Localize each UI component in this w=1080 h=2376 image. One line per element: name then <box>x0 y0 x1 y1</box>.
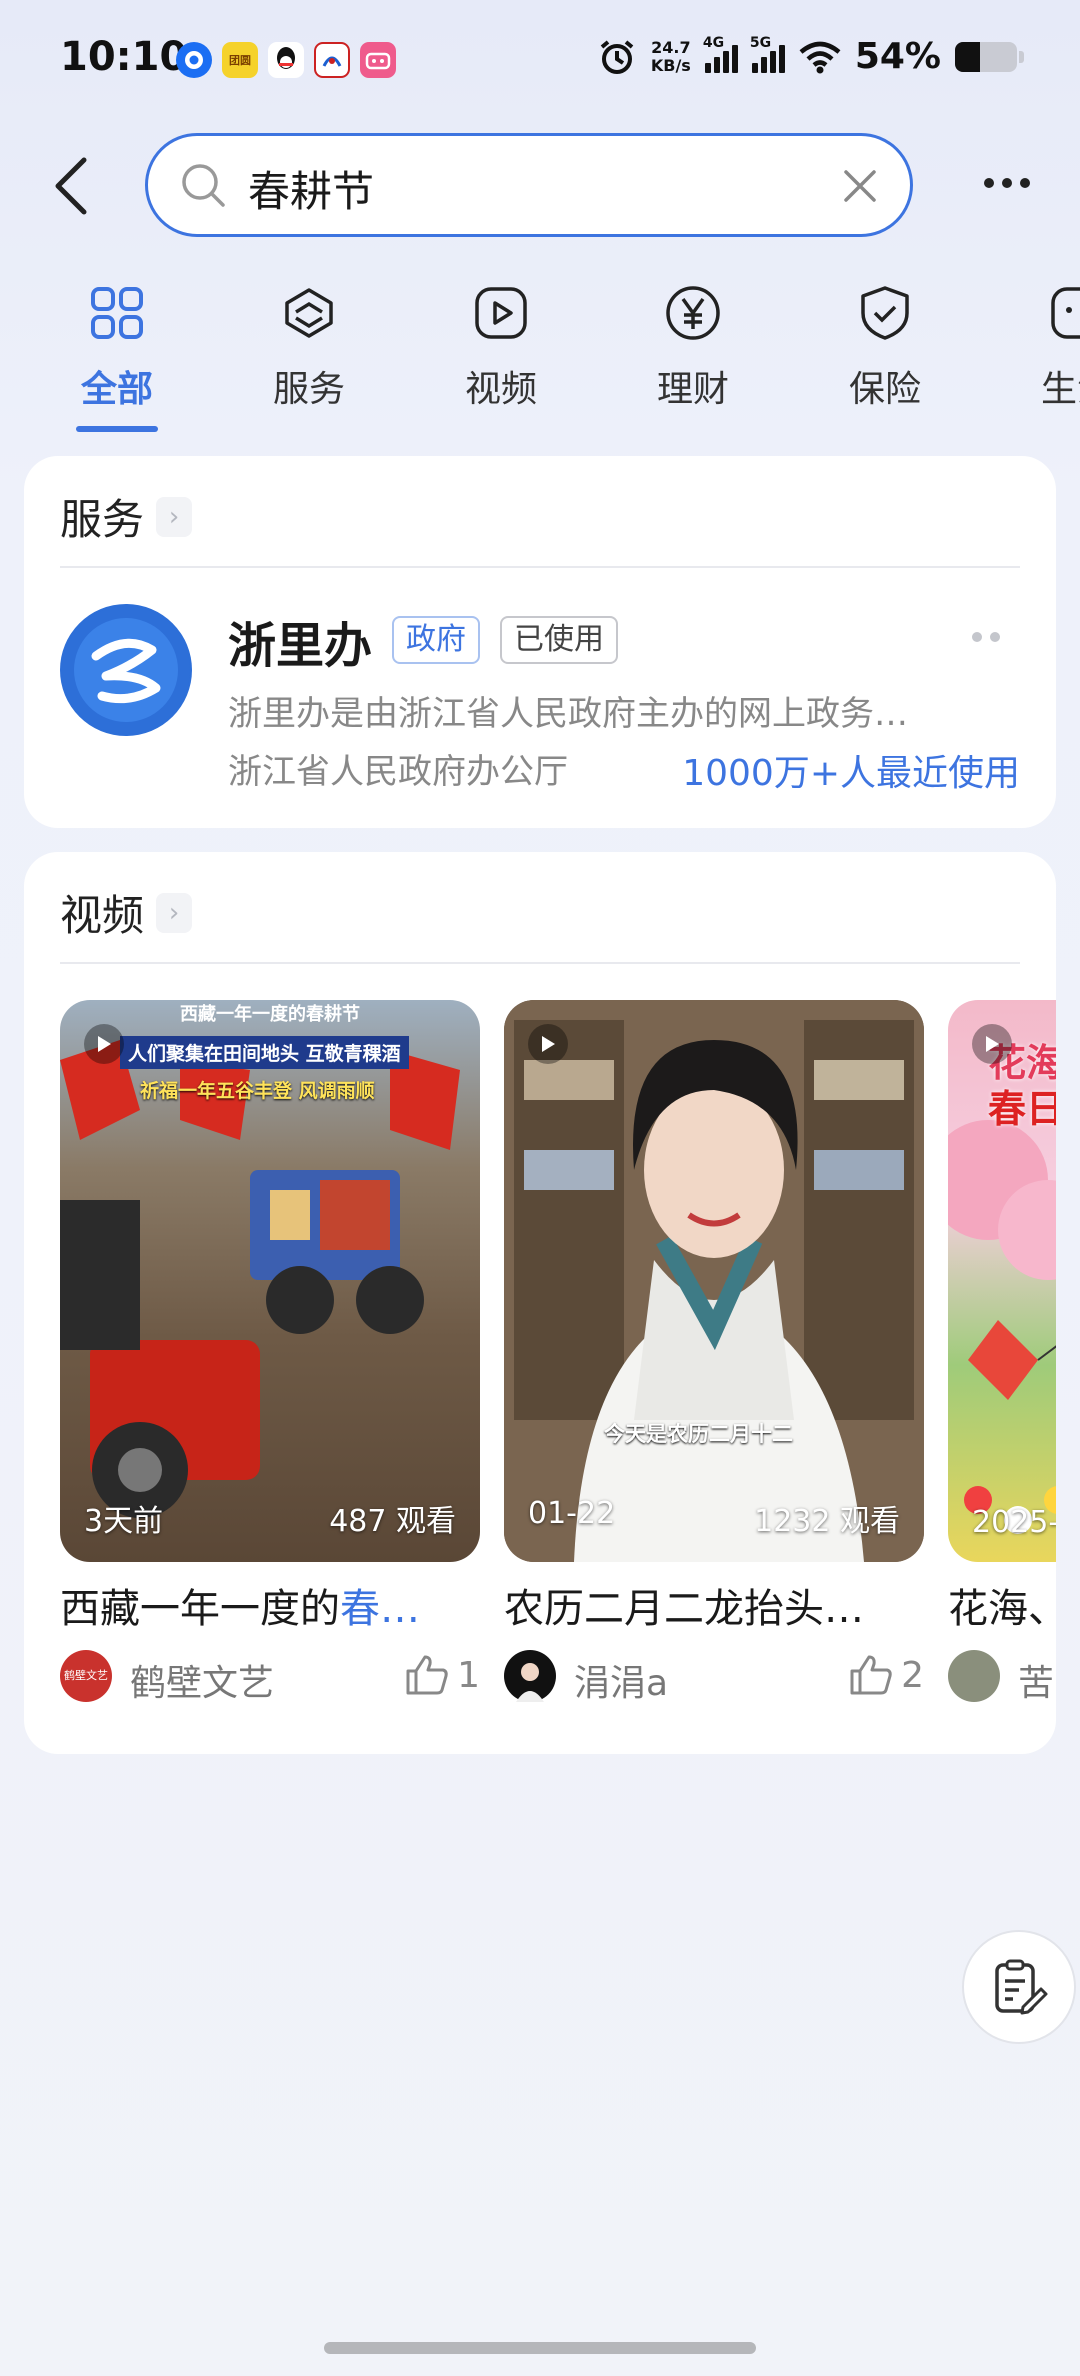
status-bar: 10:10 团圆 24.7 KB/s 4G 5G 54% <box>0 0 1080 120</box>
tab-finance[interactable]: 理财 <box>628 280 758 412</box>
notification-icons: 团圆 <box>176 42 396 78</box>
active-tab-indicator <box>76 426 158 432</box>
clipboard-edit-icon <box>995 1959 1048 2015</box>
video-title[interactable]: 花海、 <box>948 1576 1056 1634</box>
signal-4g-icon: 4G <box>703 35 738 73</box>
tab-insurance[interactable]: 保险 <box>820 280 950 412</box>
battery-percent: 54% <box>854 36 941 77</box>
video-thumbnail-scene <box>504 1000 924 1562</box>
play-icon <box>528 1024 568 1064</box>
service-description: 浙里办是由浙江省人民政府主办的网上政务… <box>228 694 908 734</box>
video-time: 2025- <box>972 1505 1056 1540</box>
chevron-right-icon: › <box>156 892 193 933</box>
chevron-right-icon: › <box>156 496 193 537</box>
video-title[interactable]: 农历二月二龙抬头… <box>504 1576 924 1634</box>
video-time: 01-22 <box>528 1496 616 1531</box>
video-meta: 01-22 1232 观看 <box>504 1496 924 1540</box>
overlay-text: 西藏一年一度的春耕节 <box>180 1004 360 1025</box>
back-arrow-icon <box>55 157 87 215</box>
signal-5g-icon: 5G <box>750 35 785 73</box>
play-icon <box>84 1024 124 1064</box>
section-title: 视频 <box>60 891 145 940</box>
video-thumbnail[interactable]: 西藏一年一度的春耕节 人们聚集在田间地头 互敬青稞酒 祈福一年五谷丰登 风调雨顺… <box>60 1000 480 1562</box>
service-section: 服务 › 浙里办 政府 已使用 浙里办是由浙江省人民政府主办的网上政务… 浙江省… <box>24 456 1056 828</box>
avatar[interactable] <box>504 1650 556 1702</box>
overlay-text: 祈福一年五谷丰登 风调雨顺 <box>140 1080 375 1102</box>
search-query-text: 春耕节 <box>248 167 375 216</box>
like-button[interactable]: 1 <box>405 1654 480 1696</box>
author-name[interactable]: 苦 <box>1018 1654 1054 1706</box>
home-indicator[interactable] <box>324 2342 756 2354</box>
more-options-button[interactable] <box>984 178 1030 188</box>
clock: 10:10 <box>60 34 188 80</box>
like-button[interactable]: 2 <box>849 1654 924 1696</box>
battery-tip <box>1019 50 1024 63</box>
back-button[interactable] <box>52 156 102 216</box>
shield-icon <box>861 286 909 340</box>
video-views: 487 观看 <box>329 1504 456 1539</box>
video-thumbnail[interactable]: 今天是农历二月十二 01-22 1232 观看 <box>504 1000 924 1562</box>
clear-icon[interactable] <box>840 166 880 206</box>
service-section-header[interactable]: 服务 › <box>60 486 193 547</box>
overlay-text: 人们聚集在田间地头 互敬青稞酒 <box>120 1036 409 1069</box>
video-carousel[interactable]: 西藏一年一度的春耕节 人们聚集在田间地头 互敬青稞酒 祈福一年五谷丰登 风调雨顺… <box>60 1000 1056 1720</box>
search-input[interactable]: 春耕节 <box>145 133 913 237</box>
play-icon <box>475 287 527 339</box>
author-name[interactable]: 鹤壁文艺 <box>130 1654 274 1706</box>
video-time: 3天前 <box>84 1504 164 1539</box>
network-speed: 24.7 KB/s <box>650 37 691 75</box>
dingtalk-app-icon <box>176 42 212 78</box>
government-tag: 政府 <box>392 616 480 664</box>
thumbs-up-icon <box>850 1655 892 1695</box>
video-thumbnail[interactable]: 花海 春日 2025- <box>948 1000 1056 1562</box>
chat-icon <box>1051 287 1080 339</box>
alarm-icon <box>600 39 634 74</box>
service-more-button[interactable] <box>972 632 1000 642</box>
tab-all[interactable]: 全部 <box>52 280 182 412</box>
search-icon <box>182 164 225 207</box>
railway-app-icon <box>314 42 350 78</box>
video-section-header[interactable]: 视频 › <box>60 882 193 943</box>
video-footer: 鹤壁文艺 鹤壁文艺 1 <box>60 1646 480 1706</box>
bilibili-app-icon <box>360 42 396 78</box>
video-views: 1232 观看 <box>754 1504 900 1539</box>
section-title: 服务 <box>60 495 145 544</box>
avatar[interactable] <box>948 1650 1000 1702</box>
video-meta: 2025- <box>948 1505 1056 1540</box>
tab-services[interactable]: 服务 <box>244 280 374 412</box>
video-card[interactable]: 花海 春日 2025- 花海、 苦 <box>948 1000 1056 1706</box>
service-name[interactable]: 浙里办 <box>228 606 372 676</box>
play-icon <box>972 1024 1012 1064</box>
video-title[interactable]: 西藏一年一度的春… <box>60 1576 480 1634</box>
video-footer: 涓涓a 2 <box>504 1646 924 1706</box>
video-footer: 苦 <box>948 1646 1056 1706</box>
tuanyuan-app-icon: 团圆 <box>222 42 258 78</box>
grid-icon <box>91 287 143 339</box>
category-tabs: 全部 服务 视频 理财 保险 生活 <box>0 280 1080 440</box>
feedback-button[interactable] <box>962 1930 1076 2044</box>
divider <box>60 566 1020 568</box>
video-meta: 3天前 487 观看 <box>60 1496 480 1540</box>
thumbs-up-icon <box>406 1655 448 1695</box>
used-tag: 已使用 <box>500 616 618 664</box>
cube-icon <box>285 288 333 338</box>
overlay-text: 今天是农历二月十二 <box>604 1422 793 1446</box>
video-card[interactable]: 今天是农历二月十二 01-22 1232 观看 农历二月二龙抬头… 涓涓a 2 <box>504 1000 924 1706</box>
system-status: 24.7 KB/s 4G 5G 54% <box>597 35 1024 77</box>
video-card[interactable]: 西藏一年一度的春耕节 人们聚集在田间地头 互敬青稞酒 祈福一年五谷丰登 风调雨顺… <box>60 1000 480 1706</box>
divider <box>60 962 1020 964</box>
service-usage-count: 1000万+人最近使用 <box>682 753 1020 794</box>
battery-icon <box>955 41 1017 72</box>
tab-life[interactable]: 生活 <box>1012 280 1080 412</box>
service-organization: 浙江省人民政府办公厅 <box>228 752 568 792</box>
yen-icon <box>666 286 720 340</box>
author-name[interactable]: 涓涓a <box>574 1654 668 1706</box>
qq-app-icon <box>268 42 304 78</box>
zheliban-logo[interactable] <box>60 604 192 736</box>
wifi-icon <box>799 41 841 73</box>
avatar[interactable]: 鹤壁文艺 <box>60 1650 112 1702</box>
video-section: 视频 › 西藏一年一度的春耕节 人们聚集在田间地头 互敬青稞酒 祈福一年五谷丰登… <box>24 852 1056 1754</box>
tab-videos[interactable]: 视频 <box>436 280 566 412</box>
